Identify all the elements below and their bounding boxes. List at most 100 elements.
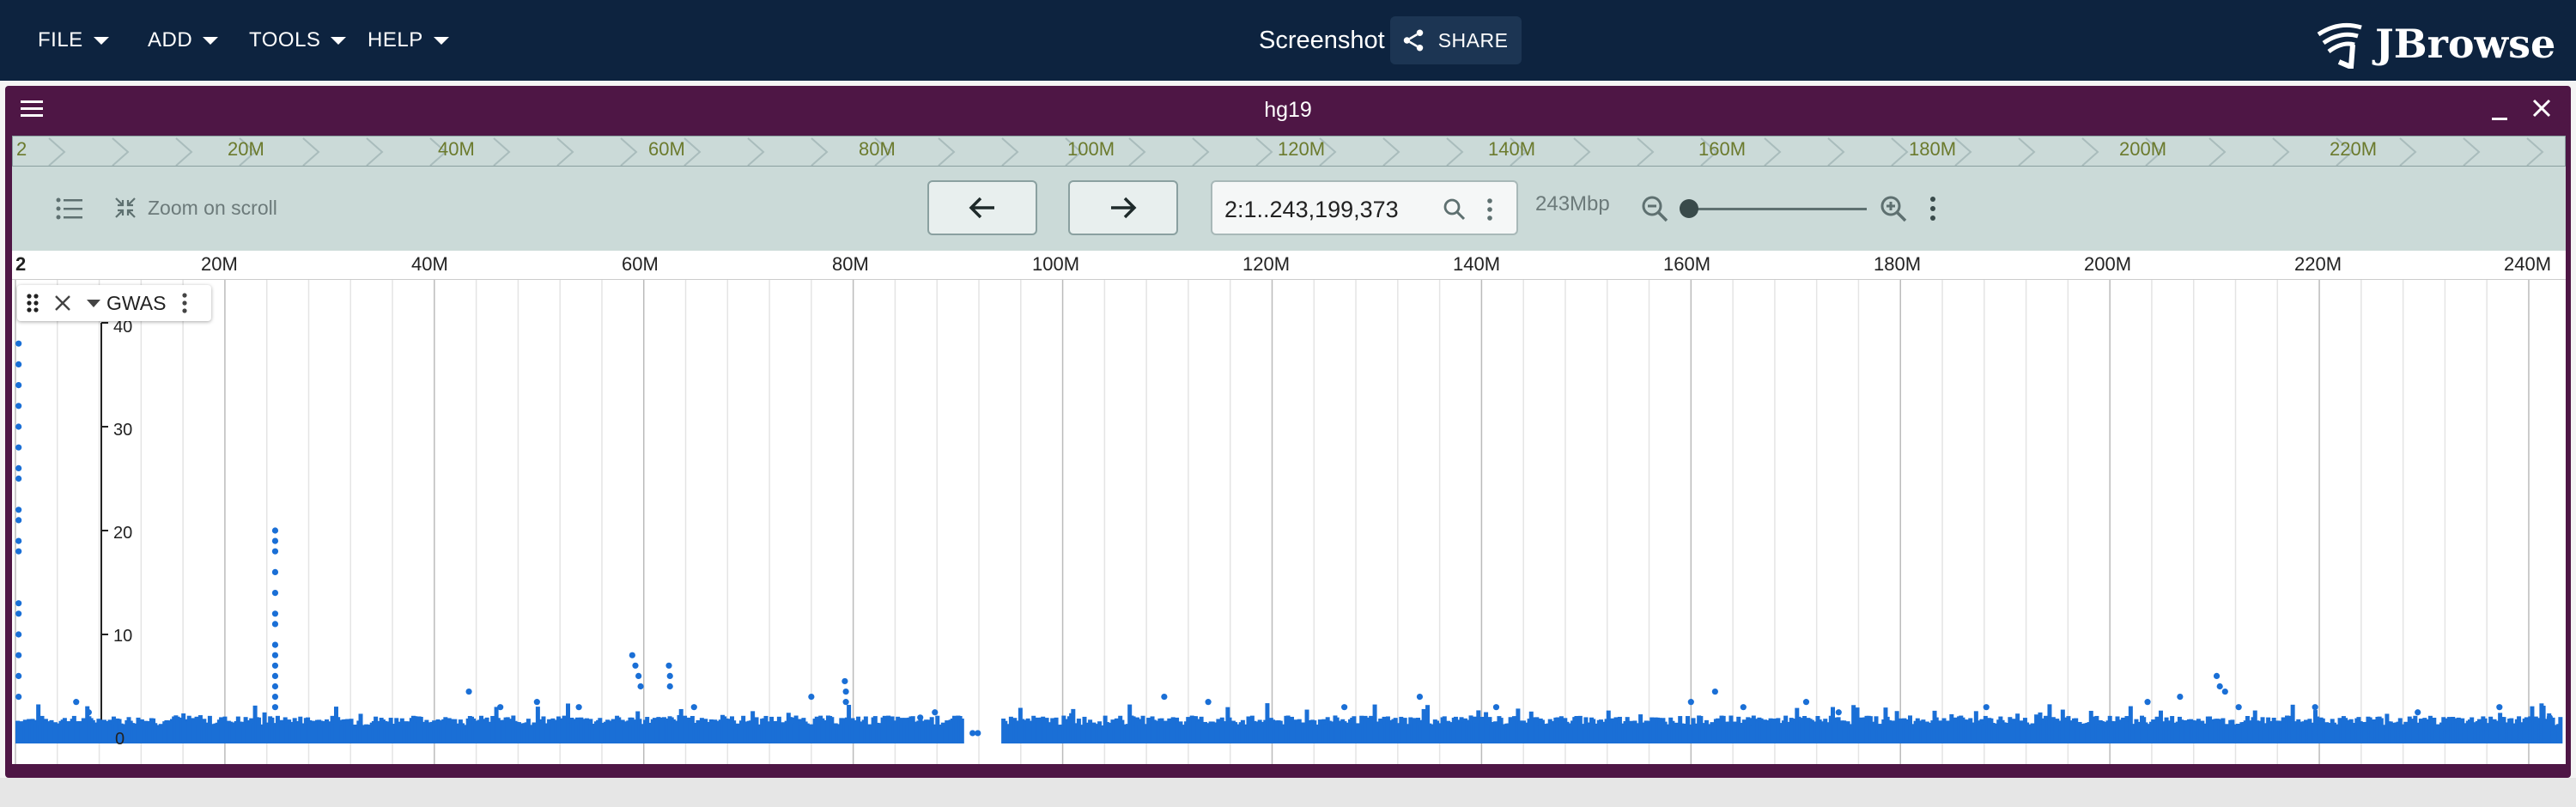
gwas-point [271,683,279,690]
gwas-point [1983,704,1990,711]
overview-chevron [1128,137,1146,166]
scroll-right-button[interactable] [1068,180,1178,235]
session-title[interactable]: Screenshot [1259,27,1385,55]
overview-tick-label: 220M [2330,138,2378,160]
track-selector-button[interactable] [55,196,84,221]
gwas-plot [15,280,2563,764]
share-button[interactable]: SHARE [1389,16,1522,64]
gwas-point [629,652,635,658]
zoom-out-icon[interactable] [1640,194,1669,223]
overview-tick-label: 160M [1698,138,1747,160]
gwas-point [2221,688,2228,695]
gwas-point [271,662,279,669]
close-view-button[interactable] [2530,96,2554,124]
gwas-point [15,464,22,471]
gwas-point [497,704,504,711]
gwas-point [85,709,92,716]
more-vertical-icon[interactable] [1485,197,1494,221]
menu-help-label: HELP [368,28,423,52]
search-icon[interactable] [1443,197,1467,221]
overview-chevron [1573,137,1591,166]
close-icon [2532,99,2551,118]
chevron-down-icon [93,36,109,45]
gwas-point [15,672,22,679]
zoom-slider-thumb[interactable] [1680,199,1698,218]
menu-add[interactable]: ADD [148,0,219,81]
ruler-tick-label: 40M [411,253,448,275]
gwas-point [271,704,279,711]
gwas-point [575,704,582,711]
gwas-point [15,694,22,701]
menu-help[interactable]: HELP [368,0,449,81]
overview-tick-label: 120M [1278,138,1326,160]
gwas-point [15,600,22,607]
location-value: 2:1..243,199,373 [1224,197,1399,222]
menu-tools-label: TOOLS [249,28,321,52]
gwas-point [1740,704,1747,711]
gwas-point [271,610,279,617]
gwas-point [841,677,848,685]
coordinate-ruler: 2 20M 40M 60M 80M 100M 120M 140M 160M 18… [12,251,2566,280]
overview-tick-label: 80M [859,138,896,160]
gwas-point [15,361,22,367]
gwas-track[interactable]: 40 30 20 10 0 GWAS [12,280,2566,764]
gwas-point [271,590,279,597]
gwas-point [808,694,815,701]
jbrowse-logo-icon [2317,22,2362,69]
gwas-point [271,694,279,701]
gwas-point [271,548,279,555]
share-label: SHARE [1437,28,1509,52]
gwas-point [1687,699,1694,706]
overview-chevron [2272,137,2290,166]
minimize-view-button[interactable] [2490,105,2509,126]
ruler-tick-label: 160M [1663,253,1711,275]
track-menu-icon[interactable] [181,292,188,314]
gwas-point [271,641,279,648]
overview-chevron [1255,137,1273,166]
gwas-point [2415,709,2421,716]
menu-file-label: FILE [38,28,83,52]
gwas-point [917,714,924,721]
gwas-point [637,683,644,690]
overview-chrom-label: 2 [16,138,27,160]
gwas-point [1341,704,1348,711]
overview-chevron [302,137,320,166]
gwas-point [2496,704,2503,711]
gwas-point [632,662,639,669]
gwas-point [1492,704,1500,711]
gwas-point [15,423,22,430]
overview-scalebar[interactable]: 2 20M 40M 60M 80M 100M 120M 140M 160M 18… [12,136,2566,167]
collapse-caret-icon[interactable] [86,298,101,308]
zoom-in-icon[interactable] [1879,194,1908,223]
drag-handle-icon[interactable] [26,292,39,314]
more-vertical-icon[interactable] [1929,196,1937,221]
menu-file[interactable]: FILE [38,0,109,81]
ruler-tick-label: 180M [1874,253,1922,275]
overview-tick-label: 60M [648,138,685,160]
overview-chevron [2018,137,2036,166]
gwas-point [1835,709,1842,716]
location-search-input[interactable]: 2:1..243,199,373 [1211,180,1518,235]
gwas-point [15,403,22,410]
overview-tick-label: 40M [438,138,475,160]
gwas-point [665,662,672,669]
gwas-point [2546,714,2553,721]
zoom-on-scroll-toggle[interactable]: Zoom on scroll [113,196,277,220]
overview-chevron [48,137,66,166]
gwas-point [271,652,279,658]
track-name: GWAS [106,291,167,314]
gwas-point [842,699,849,706]
gwas-point [533,699,540,706]
scroll-left-button[interactable] [927,180,1037,235]
gwas-point [1161,694,1168,701]
gwas-point [1802,699,1810,706]
ruler-tick-label: 20M [201,253,238,275]
overview-chevron [938,137,956,166]
gwas-point [15,382,22,389]
overview-chevron [2526,137,2544,166]
gwas-point [271,568,279,575]
close-track-icon[interactable] [53,294,72,312]
menu-tools[interactable]: TOOLS [249,0,347,81]
zoom-slider-track[interactable] [1686,208,1867,210]
overview-chevron [683,137,702,166]
